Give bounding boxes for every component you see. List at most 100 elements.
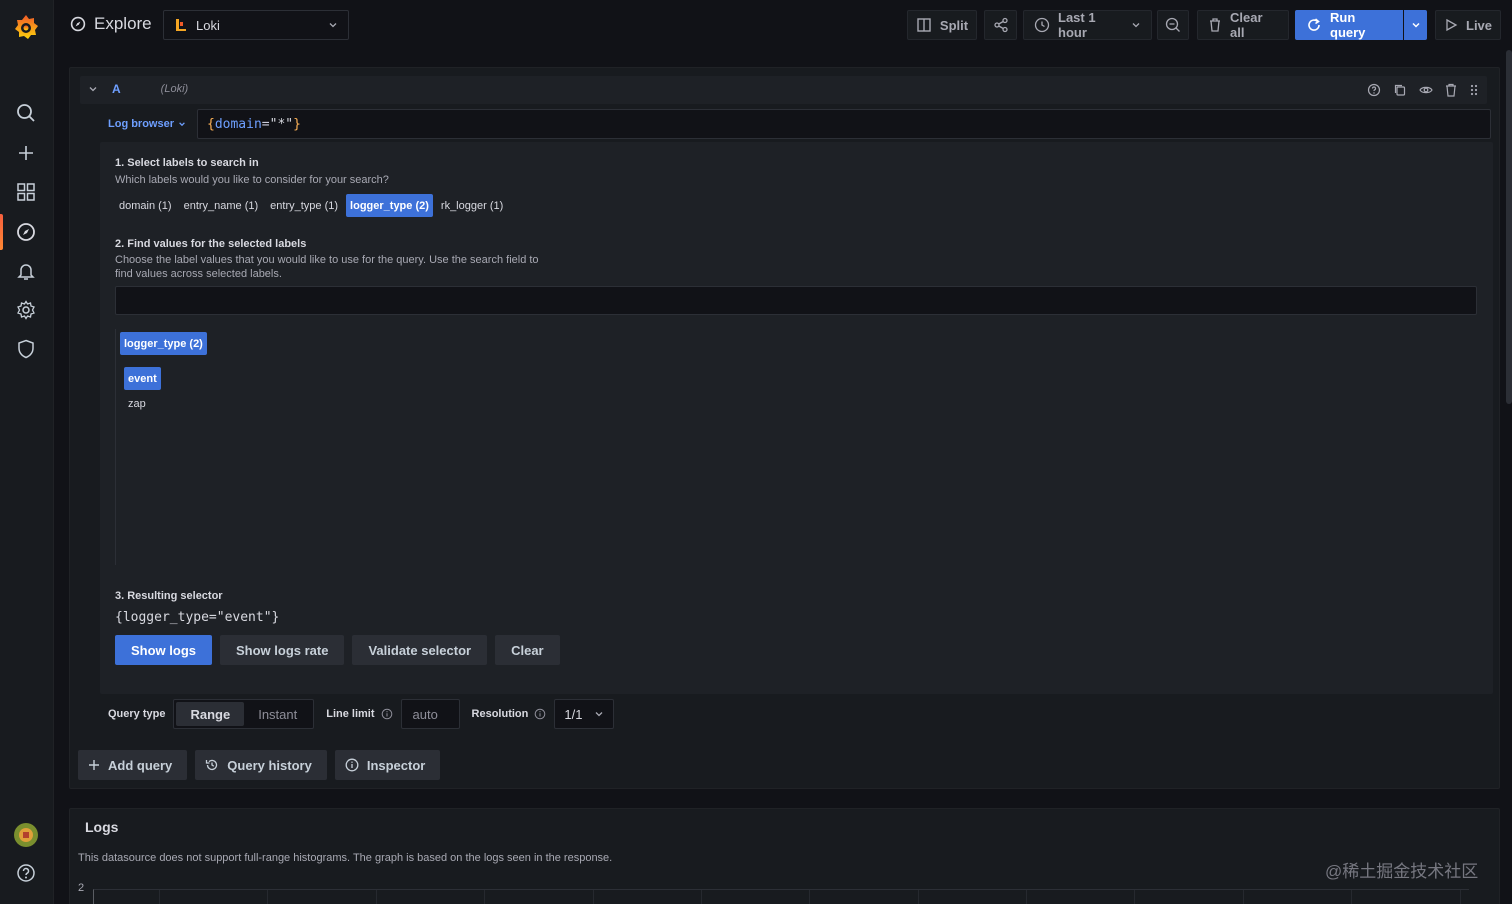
clock-icon — [1034, 17, 1050, 33]
validate-selector-button[interactable]: Validate selector — [352, 635, 488, 665]
split-icon — [916, 17, 932, 33]
clear-button[interactable]: Clear — [495, 635, 560, 665]
resolution-label: Resolution — [471, 708, 529, 720]
datasource-name: Loki — [196, 17, 220, 33]
log-browser-label: Log browser — [108, 118, 175, 130]
play-icon — [1444, 18, 1458, 32]
configuration-gear-icon[interactable] — [15, 299, 37, 321]
time-range-label: Last 1 hour — [1058, 10, 1096, 40]
active-indicator — [0, 214, 3, 250]
clear-all-button[interactable]: Clear all — [1197, 10, 1289, 40]
resolution-value: 1/1 — [564, 706, 583, 722]
value-search-input[interactable] — [115, 286, 1477, 315]
scrollbar[interactable] — [1506, 50, 1512, 404]
info-icon[interactable] — [381, 708, 393, 720]
info-icon[interactable] — [534, 708, 546, 720]
resulting-selector: {logger_type="event"} — [115, 610, 280, 625]
copy-icon[interactable] — [1393, 83, 1407, 97]
clear-all-label: Clear all — [1230, 10, 1263, 40]
explore-compass-icon — [70, 16, 86, 32]
info-circle-icon — [345, 758, 359, 772]
grafana-logo-icon[interactable] — [13, 13, 39, 41]
top-bar: Explore Loki Split Last 1 hour Clear all… — [54, 0, 1512, 50]
page-title: Explore — [70, 14, 152, 34]
label-chip-entry-type[interactable]: entry_type (1) — [266, 194, 342, 217]
trash-icon[interactable] — [1445, 83, 1457, 97]
show-logs-button[interactable]: Show logs — [115, 635, 212, 665]
query-datasource-name: (Loki) — [160, 83, 189, 95]
eye-icon[interactable] — [1419, 83, 1433, 97]
label-chip-list: domain (1) entry_name (1) entry_type (1)… — [115, 194, 507, 217]
query-actions: Add query Query history Inspector — [78, 750, 441, 780]
step2-description-line2: find values across selected labels. — [115, 268, 282, 280]
search-icon[interactable] — [15, 102, 37, 124]
zoom-out-button[interactable] — [1157, 10, 1189, 40]
user-avatar[interactable] — [13, 822, 39, 848]
page-title-text: Explore — [94, 14, 152, 33]
step2-title: 2. Find values for the selected labels — [115, 238, 307, 250]
trash-icon — [1208, 17, 1222, 33]
query-row-header: A (Loki) — [80, 76, 1487, 104]
history-icon — [205, 758, 219, 772]
add-query-label: Add query — [108, 757, 173, 773]
logs-histogram-note: This datasource does not support full-ra… — [78, 852, 613, 864]
datasource-picker[interactable]: Loki — [163, 10, 349, 40]
line-limit-input[interactable]: auto — [400, 699, 460, 729]
help-icon[interactable] — [1367, 83, 1381, 97]
label-chip-entry-name[interactable]: entry_name (1) — [180, 194, 263, 217]
run-query-button[interactable]: Run query — [1295, 10, 1403, 40]
chevron-down-icon — [328, 20, 338, 30]
query-panel: A (Loki) Log browser {domain = "*"} 1. Sel… — [69, 67, 1500, 789]
chevron-down-icon — [594, 709, 604, 719]
query-options-row: Query type Range Instant Line limit auto… — [100, 698, 615, 730]
chevron-down-icon — [178, 120, 186, 128]
show-logs-rate-button[interactable]: Show logs rate — [220, 635, 345, 665]
drag-handle-icon[interactable] — [1469, 83, 1479, 97]
share-button[interactable] — [984, 10, 1017, 40]
chevron-down-icon — [1411, 20, 1421, 30]
value-chip-event[interactable]: event — [124, 367, 161, 390]
live-label: Live — [1466, 17, 1493, 33]
watermark: @稀土掘金技术社区 — [1325, 862, 1479, 881]
y-axis-tick: 2 — [78, 882, 85, 894]
add-query-button[interactable]: Add query — [78, 750, 188, 780]
live-button[interactable]: Live — [1435, 10, 1501, 40]
loki-logo-icon — [174, 17, 188, 33]
collapse-chevron-icon[interactable] — [88, 84, 98, 94]
log-browser-button[interactable]: Log browser — [100, 110, 195, 138]
resolution-label-group: Resolution — [464, 708, 555, 720]
label-chip-rk-logger[interactable]: rk_logger (1) — [437, 194, 507, 217]
line-limit-label: Line limit — [326, 708, 375, 720]
refresh-icon — [1306, 17, 1322, 33]
time-range-picker[interactable]: Last 1 hour — [1023, 10, 1152, 40]
inspector-button[interactable]: Inspector — [334, 750, 441, 780]
label-chip-logger-type[interactable]: logger_type (2) — [346, 194, 433, 217]
alerting-bell-icon[interactable] — [15, 260, 37, 282]
logs-histogram-grid — [93, 889, 1469, 904]
dashboards-icon[interactable] — [15, 181, 37, 203]
run-query-label: Run query — [1330, 10, 1366, 40]
logs-panel: Logs This datasource does not support fu… — [69, 808, 1500, 904]
resolution-select[interactable]: 1/1 — [554, 699, 615, 729]
explore-compass-icon[interactable] — [15, 221, 37, 243]
value-chip-zap[interactable]: zap — [124, 392, 150, 415]
plus-icon[interactable] — [15, 142, 37, 164]
query-editor[interactable]: {domain = "*"} — [197, 109, 1491, 139]
logs-title: Logs — [85, 819, 119, 835]
query-type-radio: Range Instant — [173, 699, 315, 729]
shield-icon[interactable] — [15, 338, 37, 360]
query-type-range[interactable]: Range — [176, 702, 245, 726]
query-history-button[interactable]: Query history — [195, 750, 327, 780]
label-chip-domain[interactable]: domain (1) — [115, 194, 176, 217]
query-ref-id[interactable]: A — [112, 82, 121, 96]
query-label-name: domain — [214, 116, 262, 132]
value-list: logger_type (2) event zap — [115, 329, 215, 565]
help-icon[interactable] — [15, 862, 37, 884]
query-type-instant[interactable]: Instant — [244, 702, 311, 726]
inspector-label: Inspector — [366, 757, 426, 773]
step1-description: Which labels would you like to consider … — [115, 174, 389, 186]
run-query-dropdown[interactable] — [1404, 10, 1427, 40]
split-button[interactable]: Split — [907, 10, 977, 40]
value-group-label[interactable]: logger_type (2) — [120, 332, 207, 355]
browser-actions: Show logs Show logs rate Validate select… — [115, 635, 560, 665]
